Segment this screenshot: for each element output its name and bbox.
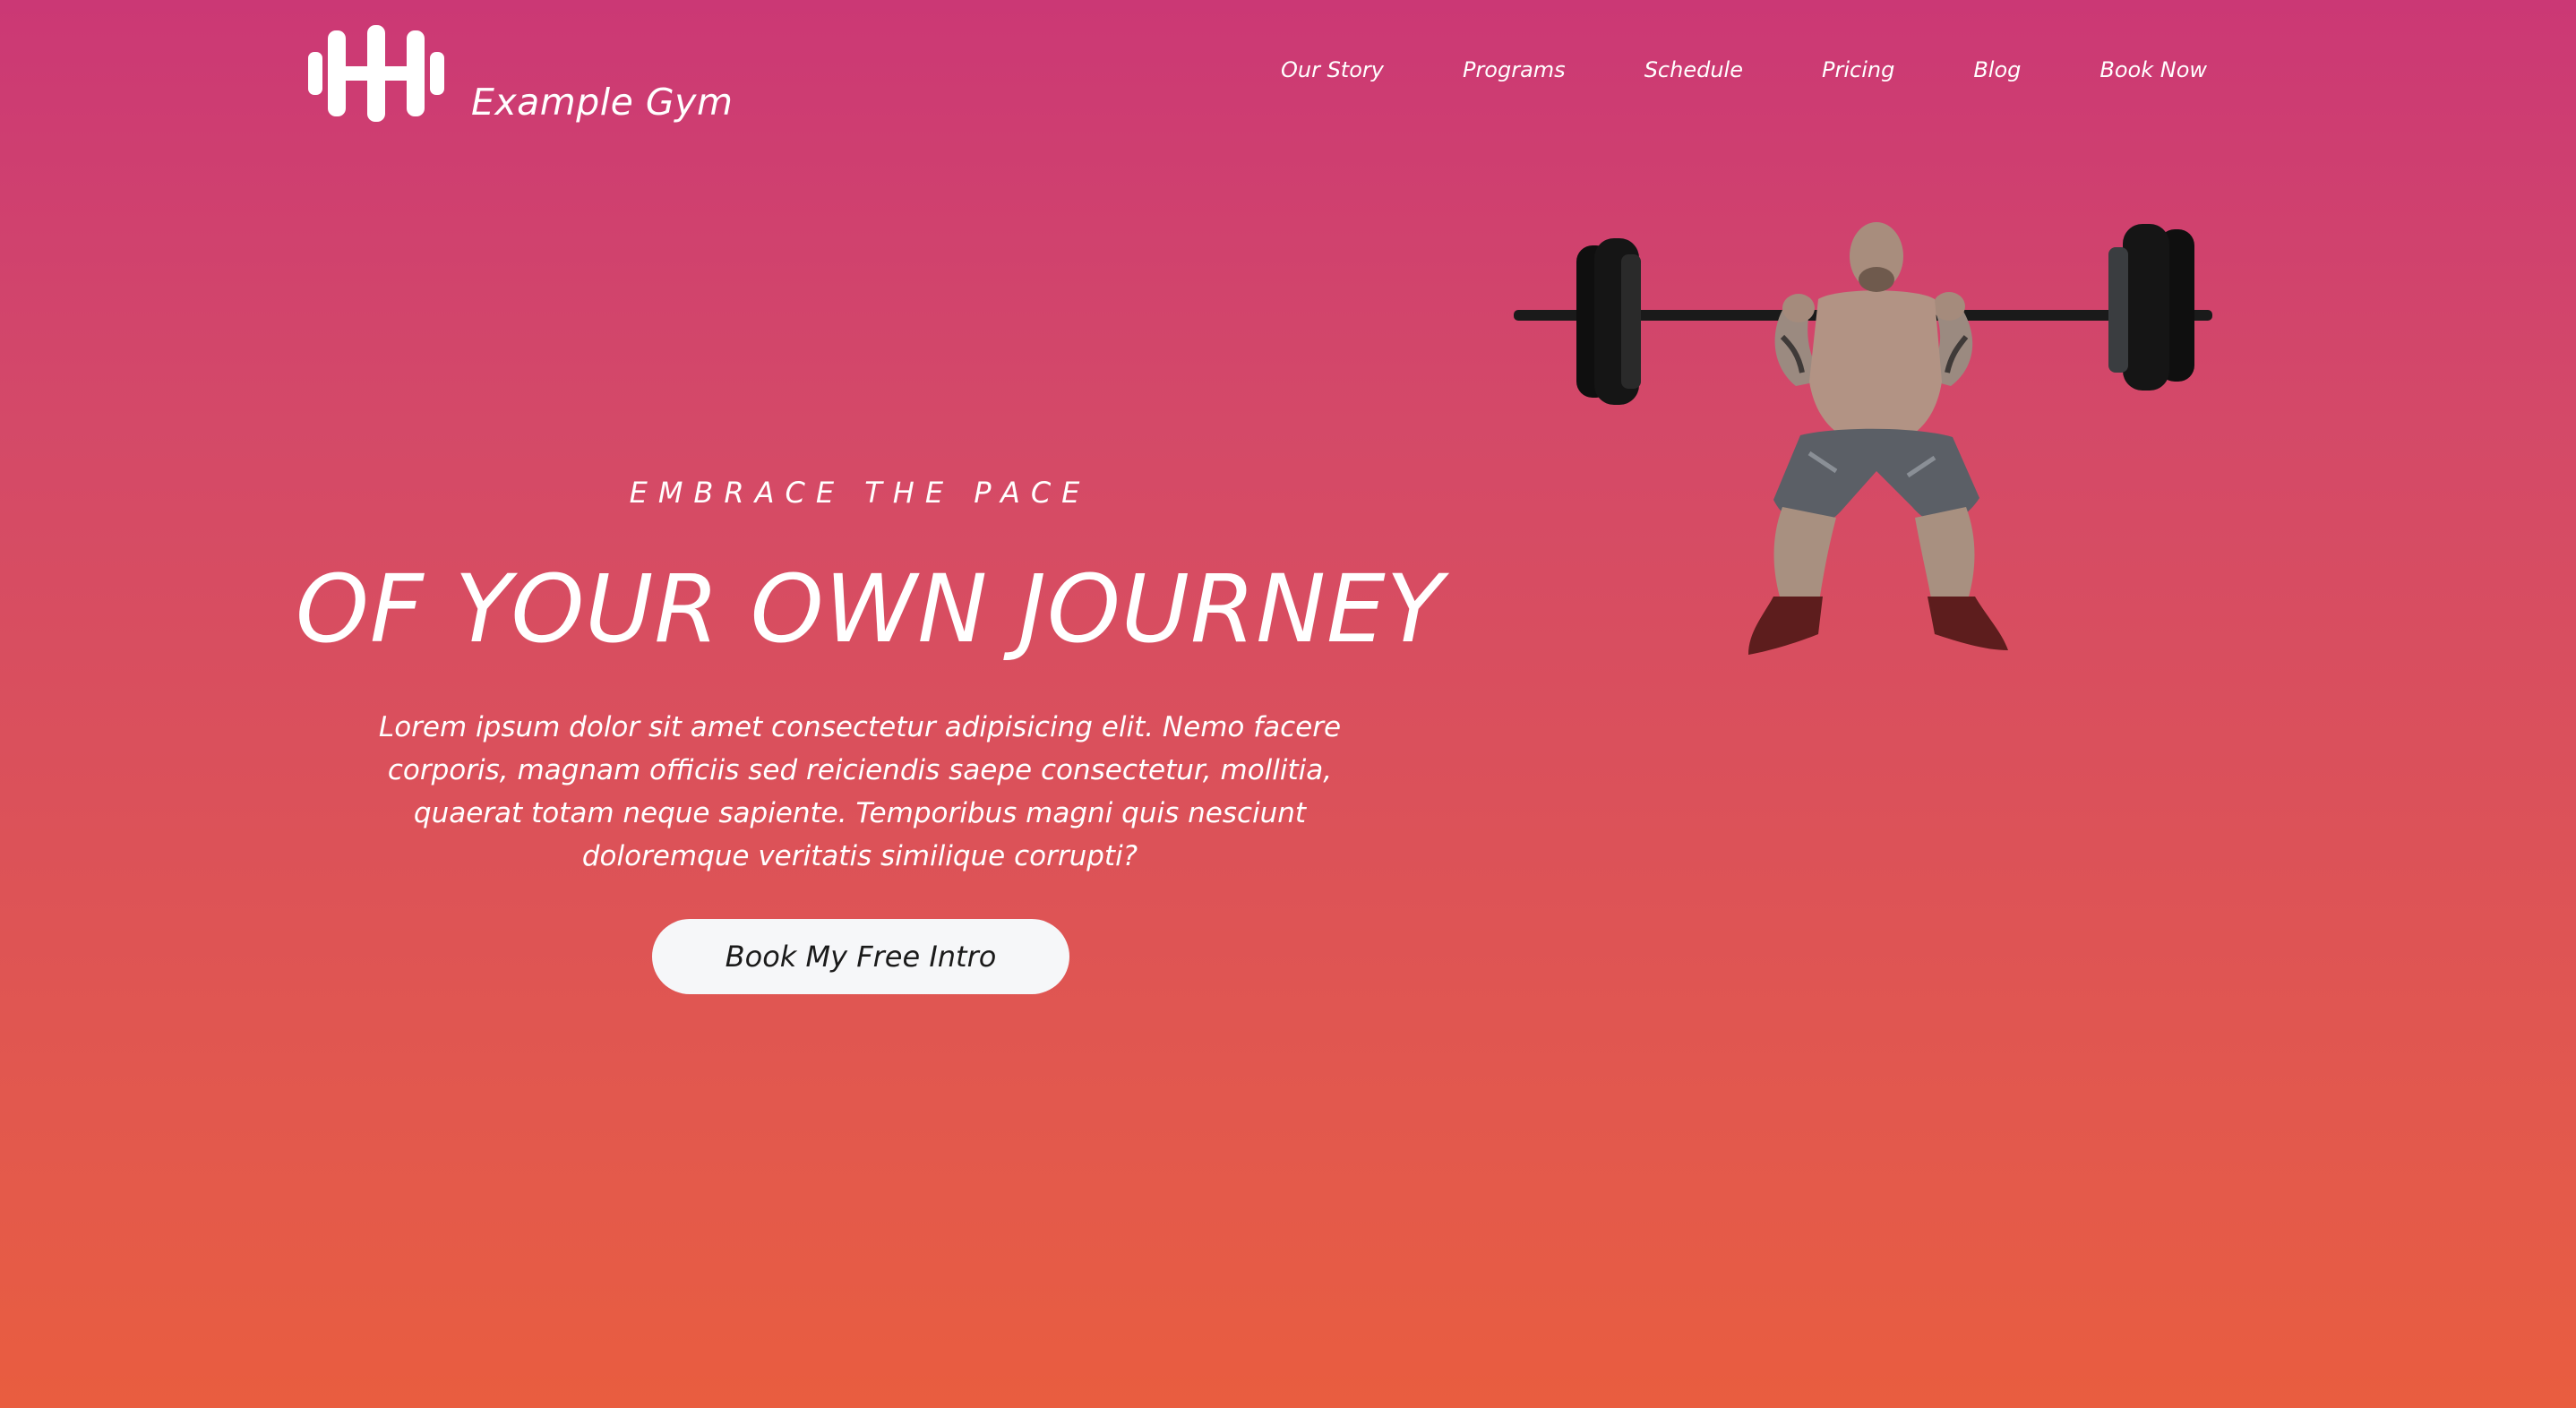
hero-body-text: Lorem ipsum dolor sit amet consectetur a…: [378, 711, 1342, 872]
nav-item-pricing[interactable]: Pricing: [1822, 57, 1894, 82]
page: { "brand": { "name": "Example Gym", "log…: [0, 0, 2576, 1408]
weightlifter-squat-image: [1514, 222, 2212, 655]
nav-item-book-now[interactable]: Book Now: [2099, 57, 2207, 82]
book-free-intro-button[interactable]: Book My Free Intro: [652, 919, 1069, 994]
brand-name: Example Gym: [471, 81, 734, 124]
hero-eyebrow: EMBRACE THE PACE: [629, 476, 1091, 510]
hero-headline: OF YOUR OWN JOURNEY: [296, 554, 1445, 664]
nav-item-programs[interactable]: Programs: [1463, 57, 1566, 82]
nav-item-blog[interactable]: Blog: [1973, 57, 2021, 82]
nav-item-our-story[interactable]: Our Story: [1281, 57, 1384, 82]
dumbbell-icon: [308, 25, 444, 122]
brand-logo-link[interactable]: Example Gym: [308, 25, 734, 124]
main-nav: Our Story Programs Schedule Pricing Blog…: [1281, 57, 2207, 82]
site-header: Example Gym Our Story Programs Schedule …: [0, 0, 2576, 134]
hero-section: EMBRACE THE PACE OF YOUR OWN JOURNEY Lor…: [296, 466, 1443, 994]
nav-item-schedule[interactable]: Schedule: [1644, 57, 1743, 82]
